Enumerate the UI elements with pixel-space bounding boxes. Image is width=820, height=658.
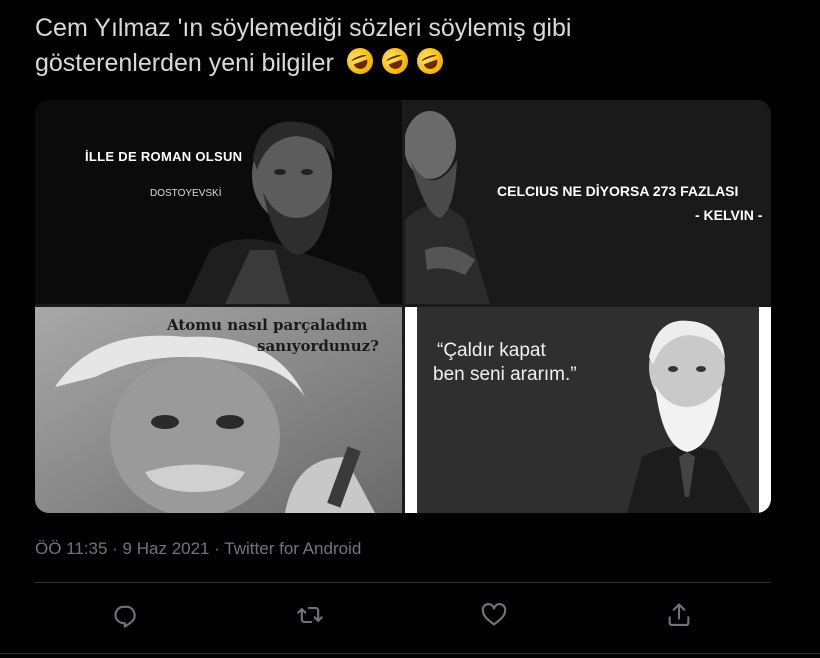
reply-icon [114, 605, 136, 628]
media-image-dostoyevski[interactable]: İLLE DE ROMAN OLSUN DOSTOYEVSKİ [35, 100, 402, 304]
portrait-photo [417, 307, 759, 513]
share-icon [668, 603, 690, 626]
image-panel: “Çaldır kapat ben seni ararım.” [417, 307, 759, 513]
emoji-group [343, 44, 447, 84]
divider [35, 582, 771, 583]
caption-line1: “Çaldır kapat [437, 340, 546, 361]
media-grid[interactable]: İLLE DE ROMAN OLSUN DOSTOYEVSKİ CELCIUS … [35, 100, 771, 513]
caption-line2: ben seni ararım.” [433, 364, 577, 385]
caption-author: - KELVIN - [695, 207, 763, 223]
share-button[interactable] [665, 601, 693, 629]
tweet-text-line1: Cem Yılmaz 'ın söylemediği sözleri söyle… [35, 14, 572, 42]
tweet-timestamp[interactable]: ÖÖ 11:35 · 9 Haz 2021 · Twitter for Andr… [35, 539, 361, 559]
like-button[interactable] [480, 601, 508, 629]
tweet-text-line2: gösterenlerden yeni bilgiler [35, 49, 334, 77]
reply-button[interactable] [112, 601, 140, 629]
action-bar [0, 595, 820, 635]
caption-main: CELCIUS NE DİYORSA 273 FAZLASI [497, 183, 739, 199]
retweet-button[interactable] [296, 601, 324, 629]
rolling-on-floor-laughing-icon [412, 44, 447, 78]
like-icon [481, 603, 507, 626]
portrait-photo [405, 100, 771, 304]
media-image-bell[interactable]: “Çaldır kapat ben seni ararım.” [405, 307, 771, 513]
media-image-kelvin[interactable]: CELCIUS NE DİYORSA 273 FAZLASI - KELVIN … [405, 100, 771, 304]
caption-author: DOSTOYEVSKİ [150, 188, 222, 199]
caption-line1: Atomu nasıl parçaladım [167, 316, 368, 334]
rolling-on-floor-laughing-icon [378, 44, 412, 78]
caption-line2: sanıyordunuz? [257, 337, 379, 355]
caption-main: İLLE DE ROMAN OLSUN [85, 149, 243, 164]
portrait-photo [35, 100, 402, 304]
tweet-text: Cem Yılmaz 'ın söylemediği sözleri söyle… [35, 11, 755, 84]
media-image-einstein[interactable]: Atomu nasıl parçaladım sanıyordunuz? [35, 307, 402, 513]
rolling-on-floor-laughing-icon [343, 44, 377, 78]
tweet: Cem Yılmaz 'ın söylemediği sözleri söyle… [0, 0, 820, 658]
retweet-icon [297, 606, 323, 624]
bottom-divider [0, 653, 820, 654]
